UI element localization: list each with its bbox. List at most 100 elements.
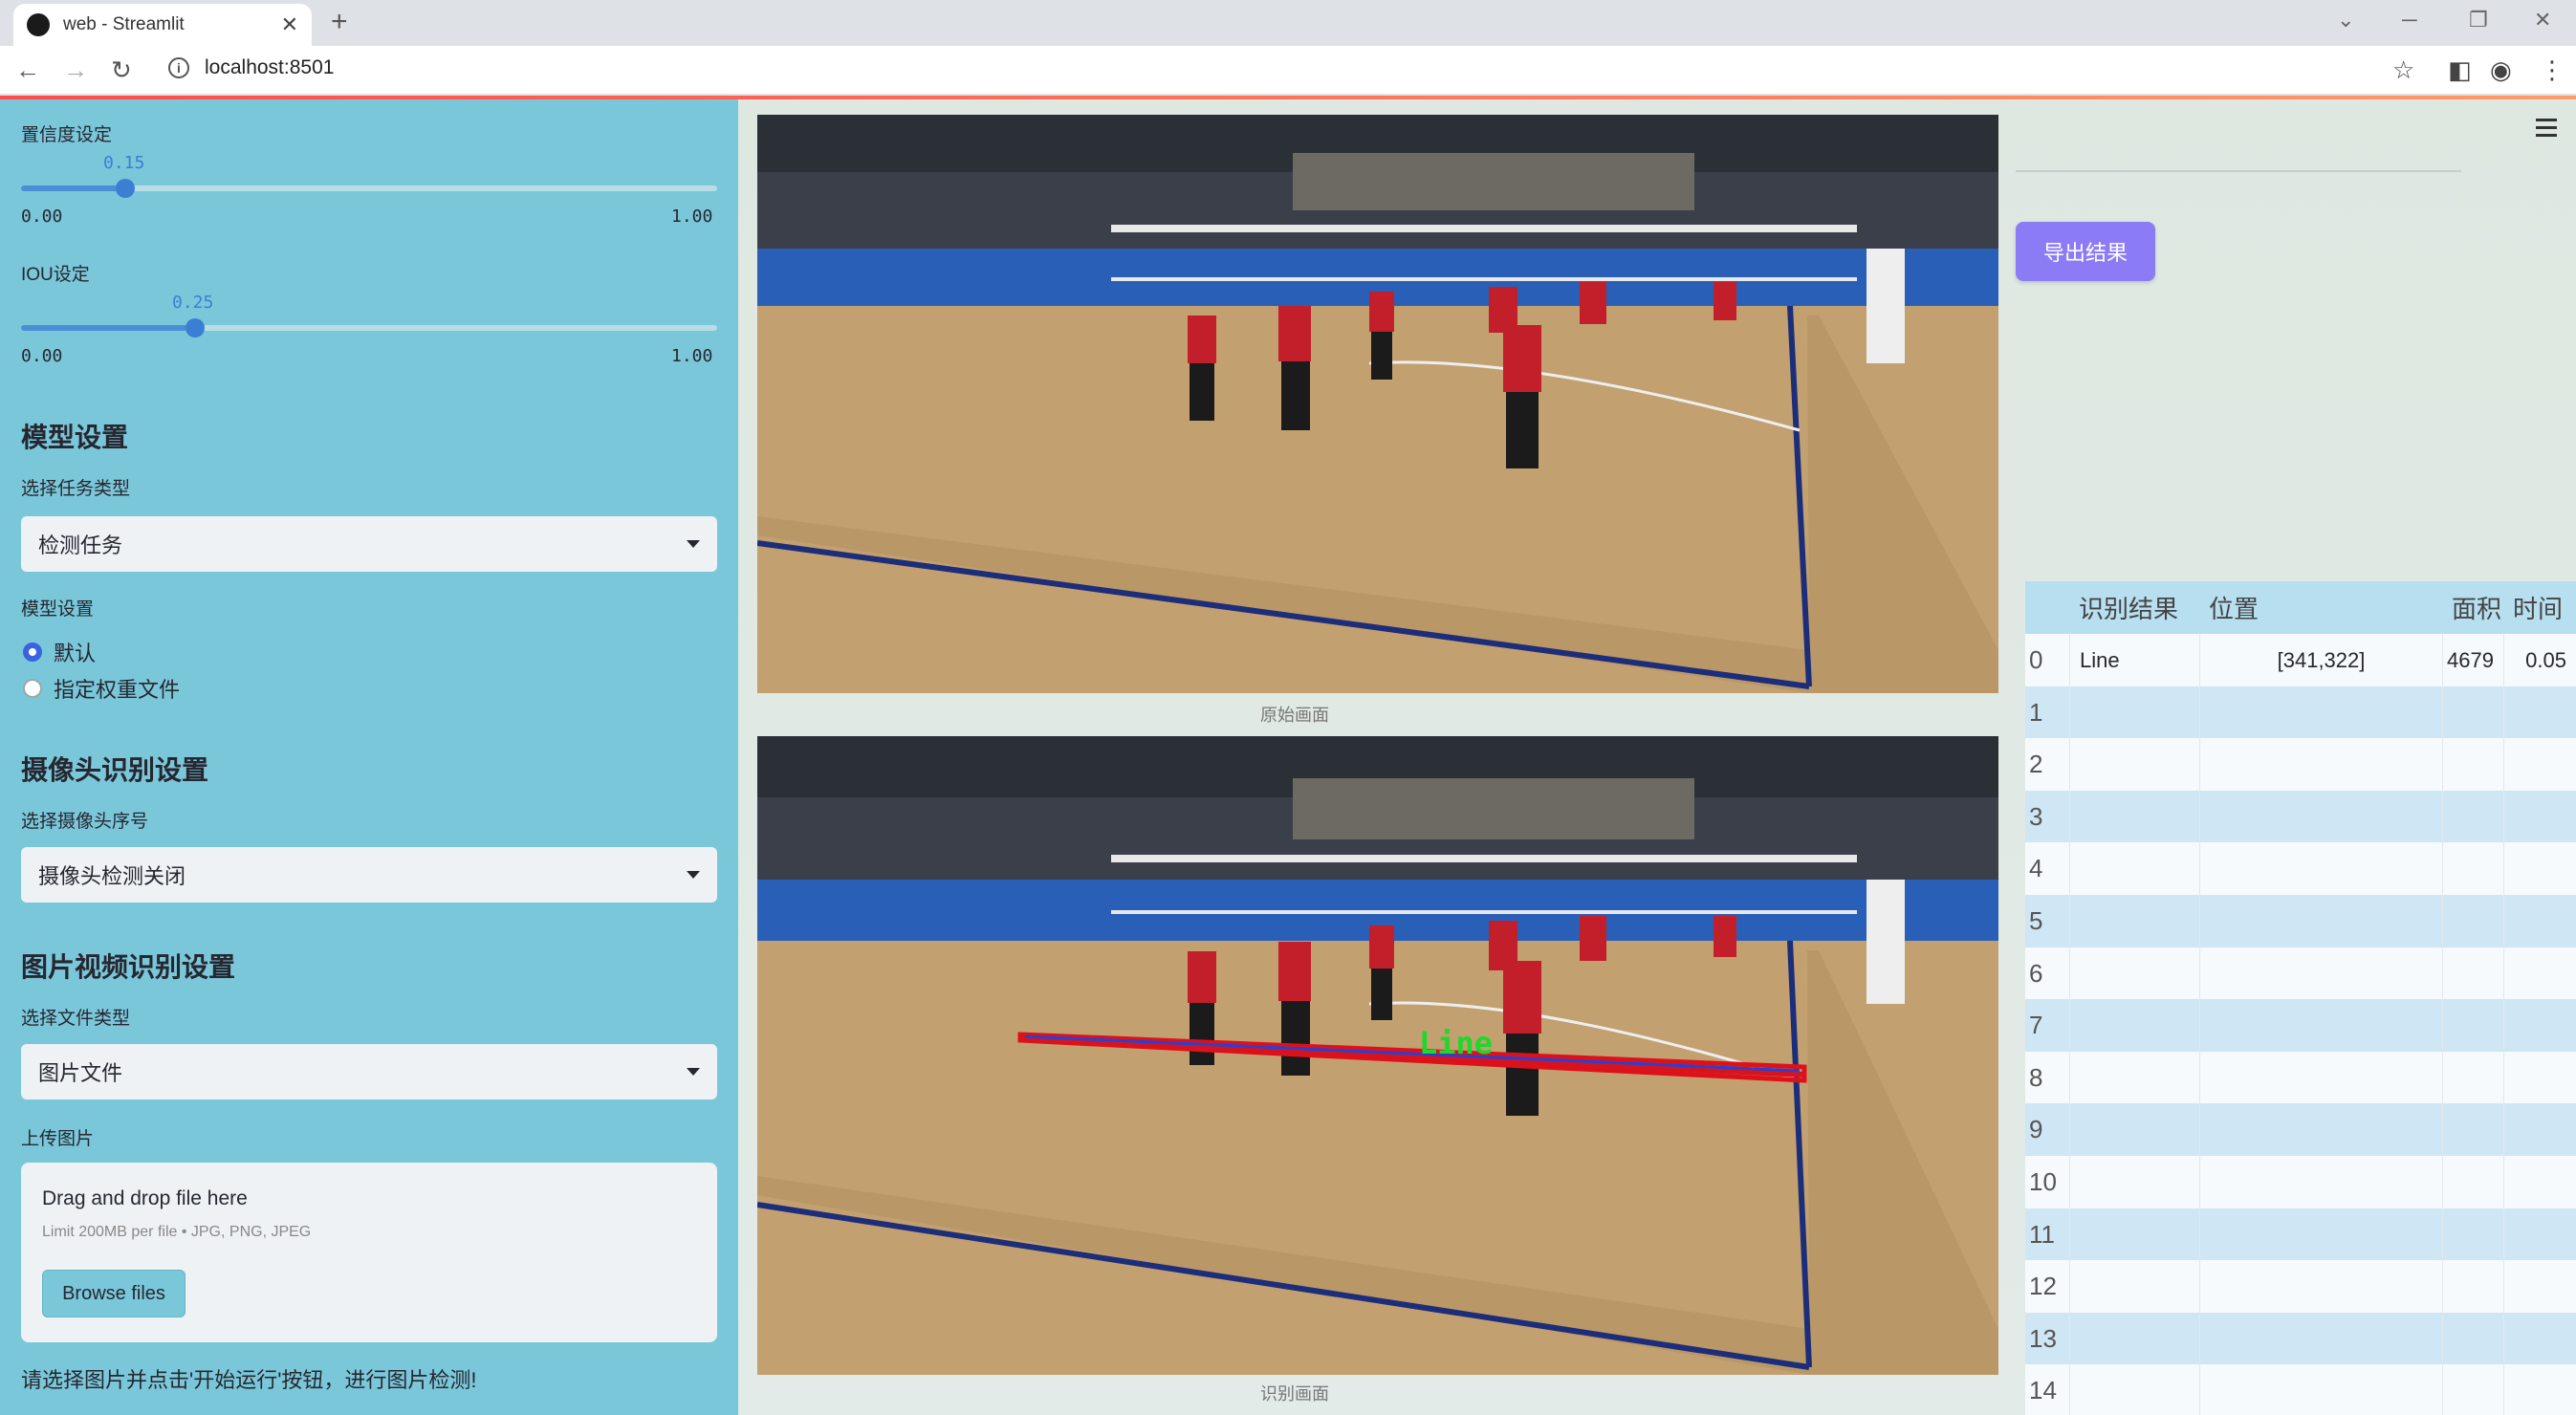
forward-icon[interactable]: → (63, 55, 88, 85)
table-header-cell[interactable]: 面积 (2442, 581, 2503, 634)
table-cell-label (2069, 1312, 2199, 1365)
new-tab-icon[interactable]: + (331, 6, 348, 38)
browser-tab[interactable]: web - Streamlit ✕ (13, 4, 312, 46)
table-cell-pos (2199, 1103, 2442, 1157)
table-header-cell[interactable]: 识别结果 (2069, 581, 2199, 634)
table-row[interactable]: 4 (2025, 842, 2576, 896)
upload-label: 上传图片 (21, 1129, 95, 1149)
sidebar: 置信度设定 0.15 0.00 1.00 IOU设定 0.25 0.00 1.0… (0, 99, 738, 1415)
table-row[interactable]: 7 (2025, 999, 2576, 1053)
task-type-value: 检测任务 (38, 533, 123, 557)
table-cell-pos (2199, 895, 2442, 947)
radio-default[interactable]: 默认 (23, 637, 96, 667)
row-index: 6 (2029, 958, 2043, 988)
table-header-cell[interactable]: 时间 (2503, 581, 2576, 634)
table-header-cell[interactable]: 位置 (2199, 581, 2442, 634)
url-field[interactable]: localhost:8501 (205, 56, 334, 79)
conf-slider[interactable] (21, 179, 717, 198)
reload-icon[interactable]: ↻ (111, 55, 132, 85)
result-image: Line (757, 736, 1998, 1375)
divider (2016, 170, 2461, 172)
profile-avatar-icon[interactable]: ◉ (2490, 55, 2512, 85)
restore-icon[interactable]: ❐ (2469, 8, 2488, 33)
back-icon[interactable]: ← (15, 55, 40, 85)
table-cell-time (2503, 947, 2576, 1000)
browser-menu-icon[interactable]: ⋮ (2540, 55, 2565, 85)
table-cell-label (2069, 895, 2199, 947)
row-index: 2 (2029, 750, 2043, 779)
table-row[interactable]: 10 (2025, 1156, 2576, 1208)
table-cell-label: Line (2069, 634, 2199, 686)
table-cell-time (2503, 686, 2576, 739)
table-cell-label (2069, 738, 2199, 792)
table-cell-pos (2199, 1156, 2442, 1208)
radio-custom-label: 指定权重文件 (54, 678, 181, 702)
file-type-select[interactable]: 图片文件 (21, 1044, 717, 1099)
site-info-icon[interactable]: i (168, 57, 189, 78)
export-results-button[interactable]: 导出结果 (2016, 222, 2155, 281)
table-cell-area (2442, 738, 2503, 792)
side-panel-icon[interactable]: ◧ (2448, 55, 2472, 85)
model-config-label: 模型设置 (21, 599, 95, 620)
file-settings-header: 图片视频识别设置 (21, 952, 236, 982)
table-cell-label (2069, 790, 2199, 843)
table-row[interactable]: 6 (2025, 947, 2576, 1000)
table-row[interactable]: 13 (2025, 1312, 2576, 1365)
table-cell-pos (2199, 999, 2442, 1053)
camera-index-select[interactable]: 摄像头检测关闭 (21, 847, 717, 903)
table-row[interactable]: 14 (2025, 1364, 2576, 1415)
table-cell-time (2503, 1364, 2576, 1415)
table-row[interactable]: 11 (2025, 1208, 2576, 1261)
table-cell-label (2069, 1103, 2199, 1157)
table-cell-pos (2199, 686, 2442, 739)
table-cell-area (2442, 686, 2503, 739)
table-row[interactable]: 12 (2025, 1260, 2576, 1314)
table-cell-area (2442, 1312, 2503, 1365)
table-cell-label (2069, 686, 2199, 739)
task-type-label: 选择任务类型 (21, 479, 131, 499)
file-dropzone[interactable]: Drag and drop file here Limit 200MB per … (21, 1163, 717, 1342)
row-index: 9 (2029, 1115, 2043, 1144)
minimize-icon[interactable]: ─ (2402, 8, 2417, 33)
window-close-icon[interactable]: ✕ (2534, 8, 2551, 33)
tab-title: web - Streamlit (63, 14, 185, 34)
table-cell-time: 0.05 (2503, 634, 2576, 686)
row-index: 1 (2029, 697, 2043, 727)
bookmark-star-icon[interactable]: ☆ (2392, 55, 2414, 85)
iou-slider[interactable] (21, 318, 717, 337)
hamburger-menu-icon[interactable] (2536, 119, 2557, 142)
iou-slider-thumb[interactable] (186, 318, 205, 337)
table-cell-area: 4679 (2442, 634, 2503, 686)
table-row[interactable]: 1 (2025, 686, 2576, 739)
table-cell-pos (2199, 1208, 2442, 1261)
radio-custom-weights[interactable]: 指定权重文件 (23, 673, 180, 704)
camera-index-label: 选择摄像头序号 (21, 812, 149, 832)
chevron-down-icon (687, 540, 700, 548)
table-cell-time (2503, 1312, 2576, 1365)
dropzone-limit: Limit 200MB per file • JPG, PNG, JPEG (42, 1224, 312, 1240)
table-cell-label (2069, 842, 2199, 896)
conf-slider-thumb[interactable] (116, 179, 136, 198)
browse-files-button[interactable]: Browse files (42, 1270, 186, 1317)
table-cell-time (2503, 1103, 2576, 1157)
table-cell-label (2069, 947, 2199, 1000)
dropzone-title: Drag and drop file here (42, 1187, 248, 1209)
table-row[interactable]: 2 (2025, 738, 2576, 792)
row-index: 10 (2029, 1167, 2057, 1196)
tab-list-chevron-icon[interactable]: ⌄ (2337, 8, 2354, 33)
original-caption: 原始画面 (1260, 706, 1329, 725)
streamlit-favicon-icon (27, 13, 50, 36)
table-cell-pos (2199, 1364, 2442, 1415)
table-cell-pos (2199, 790, 2442, 843)
table-row[interactable]: 8 (2025, 1051, 2576, 1104)
file-type-label: 选择文件类型 (21, 1009, 131, 1029)
table-row[interactable]: 5 (2025, 895, 2576, 947)
table-row[interactable]: 0 Line [341,322] 4679 0.05 (2025, 634, 2576, 686)
table-row[interactable]: 9 (2025, 1103, 2576, 1157)
task-type-select[interactable]: 检测任务 (21, 516, 717, 572)
conf-slider-fill (21, 185, 126, 191)
tab-close-icon[interactable]: ✕ (281, 12, 298, 37)
table-cell-pos: [341,322] (2199, 634, 2442, 686)
table-row[interactable]: 3 (2025, 790, 2576, 843)
table-cell-area (2442, 790, 2503, 843)
